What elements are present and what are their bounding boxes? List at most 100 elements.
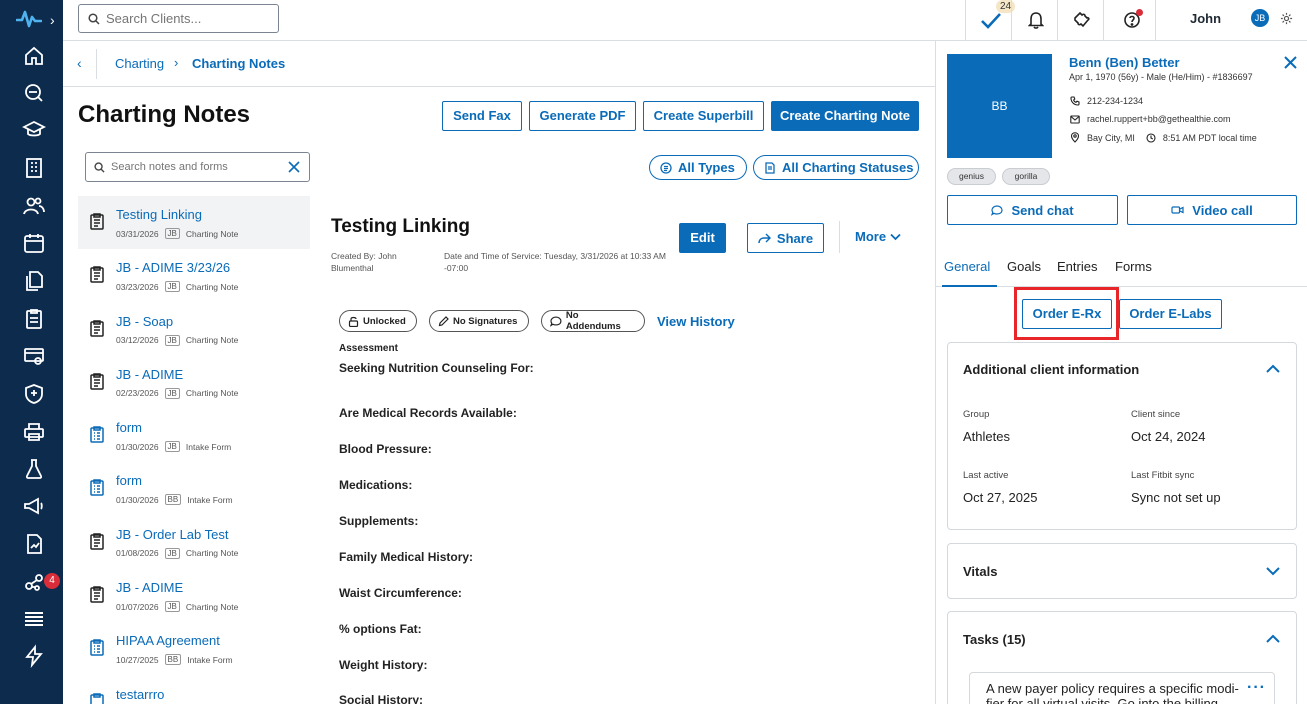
note-author: JB	[164, 334, 180, 346]
order-elabs-button[interactable]: Order E-Labs	[1119, 299, 1222, 329]
form-icon	[89, 478, 105, 497]
help-alert-dot	[1136, 9, 1143, 16]
list-item[interactable]: Testing Linking 03/31/2026 JB Charting Not…	[78, 196, 310, 250]
video-call-button[interactable]: Video call	[1127, 195, 1297, 225]
notes-search-box[interactable]	[85, 152, 310, 182]
note-type: Intake Form	[187, 654, 233, 665]
list-item[interactable]: form 01/30/2026 JB Intake Form	[78, 409, 310, 462]
client-search-box[interactable]	[78, 4, 279, 33]
create-charting-note-button[interactable]: Create Charting Note	[771, 101, 919, 131]
chevron-up-icon[interactable]	[1266, 634, 1280, 643]
billing-icon[interactable]	[22, 344, 46, 368]
tasks-button[interactable]: 24	[965, 0, 1016, 41]
clock-icon	[1146, 132, 1156, 143]
all-statuses-filter[interactable]: All Charting Statuses	[753, 155, 919, 180]
notifications-button[interactable]	[1011, 0, 1057, 41]
unlocked-status-chip: Unlocked	[339, 310, 417, 332]
integrations-icon[interactable]	[22, 570, 46, 594]
expand-rail-icon[interactable]: ›	[50, 12, 55, 28]
lightning-icon[interactable]	[22, 644, 46, 668]
lab-flask-icon[interactable]	[22, 457, 46, 481]
generate-pdf-button[interactable]: Generate PDF	[529, 101, 636, 131]
client-name[interactable]: Benn (Ben) Better	[1069, 55, 1180, 70]
tab-forms[interactable]: Forms	[1115, 259, 1152, 274]
documents-icon[interactable]	[22, 269, 46, 293]
shield-icon[interactable]	[22, 382, 46, 406]
send-fax-button[interactable]: Send Fax	[442, 101, 522, 131]
form-field-label: % options Fat:	[339, 622, 422, 636]
share-button[interactable]: Share	[747, 223, 824, 253]
reports-icon[interactable]	[22, 532, 46, 556]
note-author: JB	[164, 281, 180, 293]
note-author: JB	[164, 387, 180, 399]
create-superbill-button[interactable]: Create Superbill	[643, 101, 764, 131]
user-name[interactable]: John	[1190, 11, 1221, 26]
chevron-down-icon[interactable]	[1266, 567, 1280, 576]
list-item[interactable]: form 01/30/2026 BB Intake Form	[78, 462, 310, 515]
edit-button[interactable]: Edit	[679, 223, 726, 253]
vitals-card[interactable]: Vitals	[947, 543, 1297, 599]
list-item[interactable]: HIPAA Agreement 10/27/2025 BB Intake Form	[78, 622, 310, 675]
client-tag[interactable]: genius	[947, 168, 996, 185]
send-chat-button[interactable]: Send chat	[947, 195, 1118, 225]
chevron-up-icon[interactable]	[1266, 364, 1280, 373]
integrations-top-button[interactable]	[1057, 0, 1103, 41]
clear-search-icon[interactable]	[287, 160, 301, 174]
user-avatar[interactable]: JB	[1251, 9, 1269, 27]
list-item[interactable]: testarrro	[78, 676, 310, 704]
note-author: JB	[164, 547, 180, 559]
note-type: Charting Note	[185, 281, 239, 292]
note-date: 03/31/2026	[116, 228, 159, 239]
gear-icon[interactable]	[1280, 12, 1293, 25]
more-menu-button[interactable]: More	[855, 229, 901, 244]
building-icon[interactable]	[22, 156, 46, 180]
form-icon	[89, 638, 105, 657]
list-item[interactable]: JB - Soap 03/12/2026 JB Charting Note	[78, 303, 310, 356]
list-item[interactable]: JB - ADIME 02/23/2026 JB Charting Note	[78, 356, 310, 409]
task-item[interactable]: A new payer policy requires a specific m…	[969, 672, 1275, 704]
close-icon[interactable]	[1284, 56, 1297, 69]
tab-entries[interactable]: Entries	[1057, 259, 1097, 274]
puzzle-icon	[1074, 11, 1090, 28]
clipboard-icon[interactable]	[22, 307, 46, 331]
list-icon[interactable]	[22, 607, 46, 631]
back-chevron-icon[interactable]: ‹	[77, 55, 82, 71]
notes-search-input[interactable]	[111, 161, 281, 173]
chat-search-icon[interactable]	[22, 81, 46, 105]
breadcrumb-charting[interactable]: Charting	[115, 56, 164, 71]
note-date: 10/27/2025	[116, 654, 159, 665]
help-button[interactable]	[1103, 0, 1155, 41]
client-tag[interactable]: gorilla	[1002, 168, 1050, 185]
send-chat-label: Send chat	[1011, 202, 1074, 218]
note-doc-icon	[89, 319, 105, 337]
fitbit-sync-label: Last Fitbit sync	[1131, 470, 1195, 481]
form-field-label: Waist Circumference:	[339, 586, 462, 600]
list-item[interactable]: JB - ADIME 3/23/26 03/23/2026 JB Charting …	[78, 249, 310, 302]
client-email-row: rachel.ruppert+bb@gethealthie.com	[1070, 114, 1230, 124]
addendums-status-chip: No Addendums	[541, 310, 645, 332]
form-field-label: Are Medical Records Available:	[339, 406, 517, 420]
list-item[interactable]: JB - ADIME 01/07/2026 JB Charting Note	[78, 569, 310, 622]
form-field-label: Medications:	[339, 478, 413, 492]
fitbit-sync-value: Sync not set up	[1131, 490, 1221, 505]
breadcrumb: ‹ Charting › Charting Notes	[63, 41, 935, 87]
comment-icon	[550, 315, 562, 327]
view-history-link[interactable]: View History	[657, 314, 735, 329]
tab-goals[interactable]: Goals	[1007, 259, 1041, 274]
location-pin-icon	[1070, 132, 1080, 143]
megaphone-icon[interactable]	[22, 494, 46, 518]
all-types-filter[interactable]: All Types	[649, 155, 747, 180]
more-options-icon[interactable]: ···	[1247, 679, 1266, 697]
task-text: A new payer policy requires a specific m…	[986, 681, 1239, 704]
client-search-input[interactable]	[106, 11, 266, 26]
app-logo-icon[interactable]	[16, 8, 42, 30]
home-icon[interactable]	[22, 44, 46, 68]
breadcrumb-charting-notes[interactable]: Charting Notes	[192, 56, 285, 71]
clients-icon[interactable]	[22, 194, 46, 218]
tab-general[interactable]: General	[944, 259, 990, 274]
printer-icon[interactable]	[22, 420, 46, 444]
client-phone-row: 212-234-1234	[1070, 96, 1143, 106]
calendar-icon[interactable]	[22, 231, 46, 255]
list-item[interactable]: JB - Order Lab Test 01/08/2026 JB Charting…	[78, 516, 310, 569]
education-icon[interactable]	[22, 118, 46, 142]
